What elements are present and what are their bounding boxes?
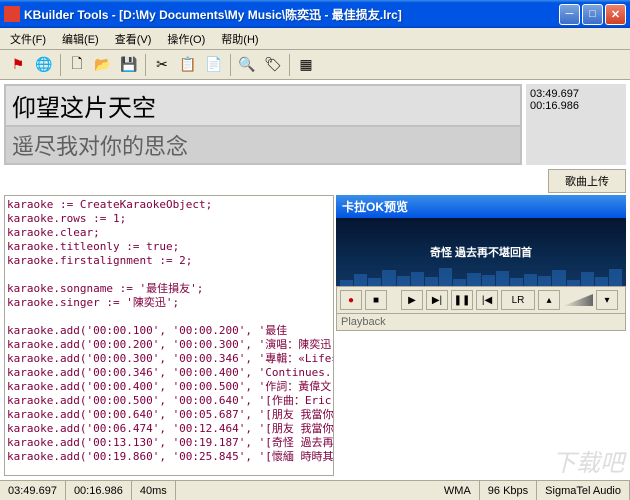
separator <box>145 54 146 76</box>
lyric-line-1: 仰望这片天空 <box>6 86 520 125</box>
total-time: 03:49.697 <box>530 88 622 100</box>
minimize-button[interactable]: ─ <box>559 4 580 25</box>
close-button[interactable]: ✕ <box>605 4 626 25</box>
stop-button[interactable]: ■ <box>365 290 387 310</box>
playback-label: Playback <box>336 314 626 331</box>
copy-icon[interactable]: 📋 <box>176 53 200 77</box>
timer-box: 03:49.697 00:16.986 <box>526 84 626 165</box>
spectrum-icon <box>336 266 626 286</box>
settings-icon[interactable]: ▦ <box>294 53 318 77</box>
pause-button[interactable]: ❚❚ <box>451 290 473 310</box>
menu-operate[interactable]: 操作(O) <box>161 29 211 49</box>
lr-up-button[interactable]: ▴ <box>538 290 560 310</box>
separator <box>230 54 231 76</box>
karaoke-text: 奇怪 過去再不堪回首 <box>430 244 532 260</box>
window-title: KBuilder Tools - [D:\My Documents\My Mus… <box>24 6 559 23</box>
status-bitrate: 96 Kbps <box>480 481 537 500</box>
lr-button[interactable]: LR <box>501 290 535 310</box>
lyric-line-2: 遥尽我对你的思念 <box>6 127 520 163</box>
menu-view[interactable]: 查看(V) <box>109 29 158 49</box>
window-titlebar: KBuilder Tools - [D:\My Documents\My Mus… <box>0 0 630 28</box>
preview-pane: 卡拉OK预览 奇怪 過去再不堪回首 ● ■ ▶ ▶| ❚❚ |◀ LR ▴ ▾ <box>336 195 626 476</box>
play-button[interactable]: ▶ <box>401 290 423 310</box>
status-format: WMA <box>436 481 480 500</box>
maximize-button[interactable]: □ <box>582 4 603 25</box>
menu-file[interactable]: 文件(F) <box>4 29 52 49</box>
cut-icon[interactable]: ✂ <box>150 53 174 77</box>
status-audio: SigmaTel Audio <box>537 481 630 500</box>
player-controls: ● ■ ▶ ▶| ❚❚ |◀ LR ▴ ▾ <box>336 286 626 314</box>
paste-icon[interactable]: 📄 <box>202 53 226 77</box>
status-total: 03:49.697 <box>0 481 66 500</box>
status-latency: 40ms <box>132 481 176 500</box>
save-icon[interactable]: 💾 <box>117 53 141 77</box>
upload-button[interactable]: 歌曲上传 <box>548 169 626 193</box>
toolbar: ⚑ 🌐 🗋 📂 💾 ✂ 📋 📄 🔍 🏷 ▦ <box>0 50 630 80</box>
app-icon <box>4 6 20 22</box>
next-button[interactable]: ▶| <box>426 290 448 310</box>
current-time: 00:16.986 <box>530 100 622 112</box>
lyric-display: 仰望这片天空 遥尽我对你的思念 03:49.697 00:16.986 <box>4 84 626 165</box>
globe-icon[interactable]: 🌐 <box>32 53 56 77</box>
menu-help[interactable]: 帮助(H) <box>215 29 264 49</box>
more-button[interactable]: ▾ <box>596 290 618 310</box>
code-editor[interactable]: karaoke := CreateKaraokeObject; karaoke.… <box>4 195 334 476</box>
find-icon[interactable]: 🔍 <box>235 53 259 77</box>
volume-slider[interactable] <box>563 294 593 306</box>
menubar: 文件(F) 编辑(E) 查看(V) 操作(O) 帮助(H) <box>0 28 630 50</box>
record-button[interactable]: ● <box>340 290 362 310</box>
flag-icon[interactable]: ⚑ <box>6 53 30 77</box>
main-content: 仰望这片天空 遥尽我对你的思念 03:49.697 00:16.986 歌曲上传… <box>0 80 630 480</box>
replace-icon[interactable]: 🏷 <box>261 53 285 77</box>
karaoke-view: 奇怪 過去再不堪回首 <box>336 218 626 286</box>
prev-button[interactable]: |◀ <box>476 290 498 310</box>
preview-title: 卡拉OK预览 <box>336 195 626 218</box>
open-icon[interactable]: 📂 <box>91 53 115 77</box>
menu-edit[interactable]: 编辑(E) <box>56 29 105 49</box>
separator <box>60 54 61 76</box>
separator <box>289 54 290 76</box>
statusbar: 03:49.697 00:16.986 40ms WMA 96 Kbps Sig… <box>0 480 630 500</box>
status-current: 00:16.986 <box>66 481 132 500</box>
new-icon[interactable]: 🗋 <box>65 53 89 77</box>
